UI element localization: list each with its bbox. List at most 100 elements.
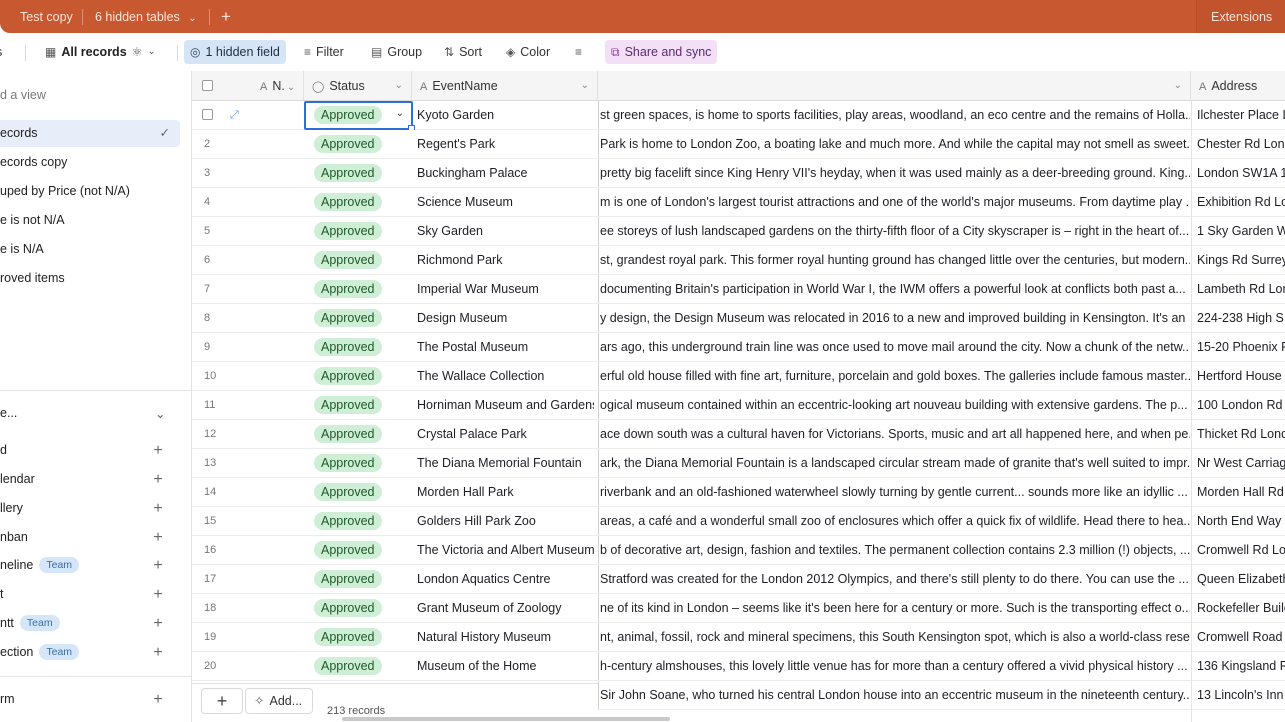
table-row[interactable]: 2 Approved Regent's Park Park is home to L…: [192, 130, 1285, 159]
description-cell[interactable]: Stratford was created for the London 201…: [598, 565, 1190, 593]
description-cell[interactable]: erful old house filled with fine art, fu…: [598, 362, 1190, 390]
plus-icon[interactable]: +: [150, 638, 166, 667]
status-cell[interactable]: Approved: [305, 623, 412, 651]
status-cell[interactable]: Approved: [305, 217, 412, 245]
table-row[interactable]: 10 Approved The Wallace Collection erful ol…: [192, 362, 1285, 391]
plus-icon[interactable]: +: [150, 685, 166, 714]
selected-cell-outline[interactable]: ⌄: [304, 101, 415, 132]
address-cell[interactable]: 15-20 Phoenix P: [1197, 333, 1285, 361]
description-cell[interactable]: Sir John Soane, who turned his central L…: [598, 681, 1190, 709]
description-cell[interactable]: y design, the Design Museum was relocate…: [598, 304, 1190, 332]
address-cell[interactable]: 224-238 High S: [1197, 304, 1285, 332]
table-row[interactable]: 13 Approved The Diana Memorial Fountain ark…: [192, 449, 1285, 478]
event-name-cell[interactable]: Sky Garden: [417, 217, 594, 245]
address-cell[interactable]: Thicket Rd Lond: [1197, 420, 1285, 448]
description-cell[interactable]: ark, the Diana Memorial Fountain is a la…: [598, 449, 1190, 477]
table-row[interactable]: 3 Approved Buckingham Palace pretty big fac…: [192, 159, 1285, 188]
event-name-cell[interactable]: Richmond Park: [417, 246, 594, 274]
create-section-toggle[interactable]: e... ⌄: [0, 406, 180, 428]
add-more-button[interactable]: ✧ Add...: [245, 688, 313, 714]
table-row[interactable]: 14 Approved Morden Hall Park riverbank and…: [192, 478, 1285, 507]
event-name-cell[interactable]: Imperial War Museum: [417, 275, 594, 303]
table-row[interactable]: 8 Approved Design Museum y design, the Desi…: [192, 304, 1285, 333]
filter-button[interactable]: ≡ Filter: [298, 40, 350, 64]
column-header-address[interactable]: A Address: [1191, 71, 1285, 101]
status-cell[interactable]: Approved: [305, 304, 412, 332]
event-name-cell[interactable]: The Wallace Collection: [417, 362, 594, 390]
create-view-item[interactable]: d +: [0, 436, 180, 465]
status-cell[interactable]: Approved: [305, 246, 412, 274]
address-cell[interactable]: 13 Lincoln's Inn: [1197, 681, 1285, 709]
status-cell[interactable]: Approved: [305, 159, 412, 187]
address-cell[interactable]: Hertford House: [1197, 362, 1285, 390]
description-cell[interactable]: ace down south was a cultural haven for …: [598, 420, 1190, 448]
horizontal-scrollbar[interactable]: [342, 717, 670, 721]
create-view-item[interactable]: ection Team +: [0, 638, 180, 667]
status-cell[interactable]: Approved: [305, 362, 412, 390]
share-and-sync-button[interactable]: ⧉ Share and sync: [605, 40, 718, 64]
address-cell[interactable]: 136 Kingsland R: [1197, 652, 1285, 680]
status-cell[interactable]: Approved: [305, 275, 412, 303]
address-cell[interactable]: Queen Elizabeth: [1197, 565, 1285, 593]
table-row[interactable]: ⤢ Approved Kyoto Garden st green spaces, is…: [192, 101, 1285, 132]
create-view-item[interactable]: t +: [0, 580, 180, 609]
plus-icon[interactable]: +: [150, 465, 166, 494]
description-cell[interactable]: riverbank and an old-fashioned waterwhee…: [598, 478, 1190, 506]
description-cell[interactable]: h-century almshouses, this lovely little…: [598, 652, 1190, 680]
table-row[interactable]: 16 Approved The Victoria and Albert Museum…: [192, 536, 1285, 565]
plus-icon[interactable]: +: [150, 436, 166, 465]
plus-icon[interactable]: +: [150, 523, 166, 552]
select-all-checkbox[interactable]: [192, 71, 248, 101]
extensions-panel-toggle[interactable]: Extensions: [1196, 0, 1285, 33]
address-cell[interactable]: Kings Rd Surrey: [1197, 246, 1285, 274]
expand-record-icon[interactable]: ⤢: [230, 101, 239, 129]
color-button[interactable]: ◈ Color: [500, 40, 556, 64]
sidebar-view-item[interactable]: ecords ✓: [0, 120, 180, 147]
find-view-input[interactable]: d a view: [0, 88, 46, 102]
create-view-item[interactable]: llery +: [0, 494, 180, 523]
description-cell[interactable]: pretty big facelift since King Henry VII…: [598, 159, 1190, 187]
sidebar-view-item[interactable]: roved items: [0, 265, 180, 292]
table-row[interactable]: 18 Approved Grant Museum of Zoology ne of i…: [192, 594, 1285, 623]
plus-icon[interactable]: +: [150, 494, 166, 523]
table-row[interactable]: 5 Approved Sky Garden ee storeys of lush la…: [192, 217, 1285, 246]
table-row[interactable]: 11 Approved Horniman Museum and Gardens ogi…: [192, 391, 1285, 420]
sidebar-view-item[interactable]: ecords copy: [0, 149, 180, 176]
event-name-cell[interactable]: Crystal Palace Park: [417, 420, 594, 448]
status-cell[interactable]: Approved: [305, 652, 412, 680]
description-cell[interactable]: ee storeys of lush landscaped gardens on…: [598, 217, 1190, 245]
description-cell[interactable]: st, grandest royal park. This former roy…: [598, 246, 1190, 274]
plus-icon[interactable]: +: [150, 580, 166, 609]
event-name-cell[interactable]: Morden Hall Park: [417, 478, 594, 506]
event-name-cell[interactable]: Museum of the Home: [417, 652, 594, 680]
event-name-cell[interactable]: Horniman Museum and Gardens: [417, 391, 594, 419]
address-cell[interactable]: Lambeth Rd Lon: [1197, 275, 1285, 303]
address-cell[interactable]: Rockefeller Build: [1197, 594, 1285, 622]
event-name-cell[interactable]: The Postal Museum: [417, 333, 594, 361]
status-cell[interactable]: Approved: [305, 420, 412, 448]
address-cell[interactable]: Nr West Carriag: [1197, 449, 1285, 477]
status-cell[interactable]: Approved: [305, 449, 412, 477]
event-name-cell[interactable]: Buckingham Palace: [417, 159, 594, 187]
event-name-cell[interactable]: Regent's Park: [417, 130, 594, 158]
table-row[interactable]: 4 Approved Science Museum m is one of Londo…: [192, 188, 1285, 217]
sidebar-view-item[interactable]: uped by Price (not N/A): [0, 178, 180, 205]
row-height-button[interactable]: ≡: [569, 40, 588, 64]
address-cell[interactable]: Cromwell Road L: [1197, 623, 1285, 651]
description-cell[interactable]: b of decorative art, design, fashion and…: [598, 536, 1190, 564]
description-cell[interactable]: nt, animal, fossil, rock and mineral spe…: [598, 623, 1190, 651]
status-cell[interactable]: Approved: [305, 130, 412, 158]
address-cell[interactable]: Morden Hall Rd: [1197, 478, 1285, 506]
address-cell[interactable]: Chester Rd Lon: [1197, 130, 1285, 158]
create-view-item[interactable]: neline Team +: [0, 551, 180, 580]
column-header-eventname[interactable]: A EventName ⌄: [412, 71, 598, 101]
column-header-description[interactable]: ⌄: [598, 71, 1191, 101]
description-cell[interactable]: st green spaces, is home to sports facil…: [598, 101, 1190, 129]
column-header-number[interactable]: A N. ⌄: [248, 71, 304, 101]
address-cell[interactable]: North End Way L: [1197, 507, 1285, 535]
address-cell[interactable]: London SW1A 1A: [1197, 159, 1285, 187]
table-row[interactable]: 15 Approved Golders Hill Park Zoo areas, a…: [192, 507, 1285, 536]
hide-fields-button[interactable]: ◎ 1 hidden field: [184, 40, 286, 64]
event-name-cell[interactable]: The Victoria and Albert Museum: [417, 536, 594, 564]
address-cell[interactable]: Ilchester Place L: [1197, 101, 1285, 129]
